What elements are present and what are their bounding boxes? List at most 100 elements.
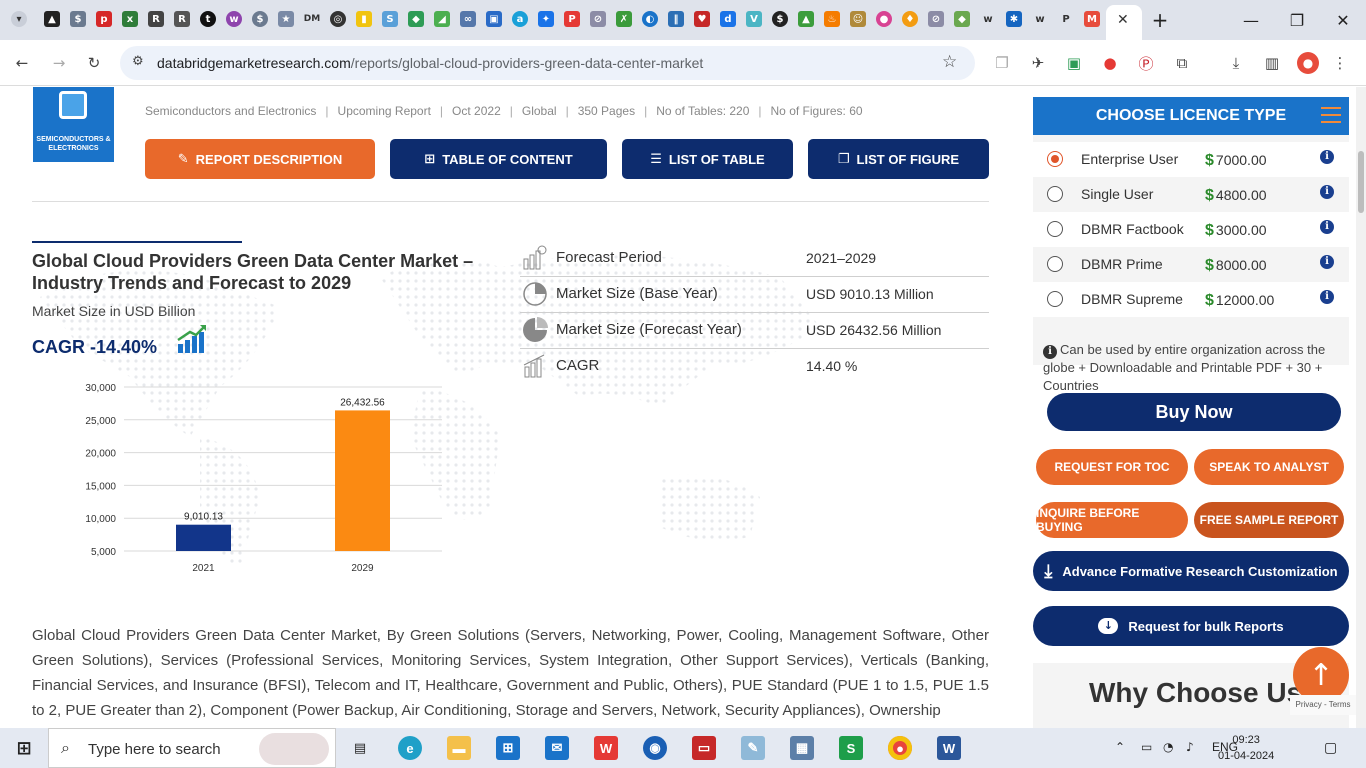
close-window-button[interactable]: ✕ — [1320, 0, 1366, 40]
edge-icon[interactable]: e — [398, 736, 422, 760]
tab-favicon-17[interactable]: ∞ — [460, 11, 476, 27]
downloads-icon[interactable]: ⤓ — [1225, 52, 1247, 74]
bulk-reports-button[interactable]: ↓ Request for bulk Reports — [1033, 606, 1349, 646]
tab-favicon-33[interactable]: ● — [876, 11, 892, 27]
page-scrollbar[interactable] — [1356, 87, 1366, 728]
tab-favicon-21[interactable]: P — [564, 11, 580, 27]
profile-avatar[interactable]: ● — [1297, 52, 1319, 74]
licence-option-prime[interactable]: DBMR Prime $8000.00 i — [1033, 247, 1349, 282]
taskbar-clock[interactable]: 09:23 01-04-2024 — [1218, 732, 1274, 764]
side-panel-icon[interactable]: ▥ — [1261, 52, 1283, 74]
site-info-icon[interactable]: ⚙ — [132, 54, 144, 69]
image-viewer-icon[interactable]: ▦ — [790, 736, 814, 760]
tab-favicon-24[interactable]: ◐ — [642, 11, 658, 27]
browser-menu-icon[interactable]: ⋮ — [1329, 52, 1351, 74]
minimize-button[interactable]: — — [1228, 0, 1274, 40]
notepad-icon[interactable]: ✎ — [741, 736, 765, 760]
tab-favicon-27[interactable]: d — [720, 11, 736, 27]
scrollbar-thumb[interactable] — [1358, 151, 1364, 213]
info-icon[interactable]: i — [1320, 255, 1334, 269]
reload-icon[interactable]: ↻ — [83, 52, 105, 74]
forward-icon[interactable]: → — [48, 52, 70, 74]
tab-favicon-35[interactable]: ⊘ — [928, 11, 944, 27]
tray-volume-icon[interactable]: ♪ — [1186, 740, 1194, 754]
tab-favicon-5[interactable]: R — [148, 11, 164, 27]
tab-favicon-2[interactable]: $ — [70, 11, 86, 27]
licence-option-factbook[interactable]: DBMR Factbook $3000.00 i — [1033, 212, 1349, 247]
extensions-puzzle-icon[interactable]: ⧉ — [1171, 52, 1193, 74]
app-blue-icon[interactable]: ◉ — [643, 736, 667, 760]
tab-favicon-12[interactable]: ◎ — [330, 11, 346, 27]
new-tab-button[interactable]: + — [1140, 0, 1180, 40]
tab-favicon-32[interactable]: ☺ — [850, 11, 866, 27]
licence-option-single[interactable]: Single User $4800.00 i — [1033, 177, 1349, 212]
tab-favicon-38[interactable]: ✱ — [1006, 11, 1022, 27]
tab-favicon-41[interactable]: M — [1084, 11, 1100, 27]
info-icon[interactable]: i — [1320, 150, 1334, 164]
radio-button[interactable] — [1047, 291, 1063, 307]
hamburger-menu-icon[interactable] — [1321, 107, 1341, 125]
tab-favicon-14[interactable]: S — [382, 11, 398, 27]
notification-icon[interactable]: ▢ — [1324, 740, 1337, 756]
maximize-button[interactable]: ❐ — [1274, 0, 1320, 40]
bookmark-star-icon[interactable]: ☆ — [942, 52, 957, 72]
taskbar-search-box[interactable]: ⌕ Type here to search — [48, 728, 336, 768]
extension-copy-icon[interactable]: ❐ — [991, 52, 1013, 74]
licence-option-supreme[interactable]: DBMR Supreme $12000.00 i — [1033, 282, 1349, 317]
info-icon[interactable]: i — [1320, 290, 1334, 304]
spreadsheet-icon[interactable]: S — [839, 736, 863, 760]
tab-favicon-29[interactable]: $ — [772, 11, 788, 27]
tab-favicon-3[interactable]: p — [96, 11, 112, 27]
list-of-figure-button[interactable]: ❐ LIST OF FIGURE — [808, 139, 989, 179]
chrome-icon[interactable]: ● — [888, 736, 912, 760]
tab-favicon-8[interactable]: w — [226, 11, 242, 27]
request-toc-button[interactable]: REQUEST FOR TOC — [1036, 449, 1188, 485]
wps-icon[interactable]: W — [594, 736, 618, 760]
extension-2-icon[interactable]: ✈ — [1027, 52, 1049, 74]
store-icon[interactable]: ⊞ — [496, 736, 520, 760]
close-tab-icon[interactable]: ✕ — [1117, 12, 1129, 28]
report-description-button[interactable]: ✎ REPORT DESCRIPTION — [145, 139, 375, 179]
tab-favicon-23[interactable]: ✗ — [616, 11, 632, 27]
tab-favicon-22[interactable]: ⊘ — [590, 11, 606, 27]
url-text[interactable]: databridgemarketresearch.com/reports/glo… — [157, 55, 703, 71]
tab-favicon-30[interactable]: ▲ — [798, 11, 814, 27]
licence-option-enterprise[interactable]: Enterprise User $7000.00 i — [1033, 142, 1349, 177]
tray-network-icon[interactable]: ▭ — [1141, 740, 1152, 754]
windows-start-icon[interactable]: ⊞ — [12, 736, 36, 760]
tray-chevron-icon[interactable]: ⌃ — [1115, 740, 1125, 754]
buy-now-button[interactable]: Buy Now — [1047, 393, 1341, 431]
tab-favicon-34[interactable]: ♦ — [902, 11, 918, 27]
speak-analyst-button[interactable]: SPEAK TO ANALYST — [1194, 449, 1344, 485]
tab-favicon-39[interactable]: w — [1032, 11, 1048, 27]
tab-favicon-7[interactable]: t — [200, 11, 216, 27]
tab-favicon-25[interactable]: ‖ — [668, 11, 684, 27]
radio-button[interactable] — [1047, 256, 1063, 272]
list-of-table-button[interactable]: ☰ LIST OF TABLE — [622, 139, 793, 179]
active-tab[interactable]: ✕ — [1106, 5, 1142, 40]
tab-favicon-18[interactable]: ▣ — [486, 11, 502, 27]
tab-favicon-36[interactable]: ◆ — [954, 11, 970, 27]
tab-favicon-28[interactable]: V — [746, 11, 762, 27]
tab-favicon-20[interactable]: ✦ — [538, 11, 554, 27]
free-sample-button[interactable]: FREE SAMPLE REPORT — [1194, 502, 1344, 538]
radio-selected[interactable] — [1047, 151, 1063, 167]
tray-wifi-icon[interactable]: ◔ — [1163, 740, 1173, 754]
task-view-icon[interactable]: ▤ — [348, 736, 372, 760]
tab-favicon-16[interactable]: ◢ — [434, 11, 450, 27]
pdf-icon[interactable]: ▭ — [692, 736, 716, 760]
tab-favicon-9[interactable]: $ — [252, 11, 268, 27]
inquire-button[interactable]: INQUIRE BEFORE BUYING — [1036, 502, 1188, 538]
extension-4-icon[interactable]: ● — [1099, 52, 1121, 74]
tab-search-icon[interactable]: ▾ — [11, 11, 27, 27]
mail-icon[interactable]: ✉ — [545, 736, 569, 760]
radio-button[interactable] — [1047, 186, 1063, 202]
extension-3-icon[interactable]: ▣ — [1063, 52, 1085, 74]
back-icon[interactable]: ← — [11, 52, 33, 74]
tab-favicon-15[interactable]: ◆ — [408, 11, 424, 27]
file-explorer-icon[interactable]: ▬ — [447, 736, 471, 760]
recaptcha-badge[interactable]: Privacy - Terms — [1290, 695, 1356, 715]
word-icon[interactable]: W — [937, 736, 961, 760]
tab-favicon-19[interactable]: a — [512, 11, 528, 27]
tab-favicon-37[interactable]: w — [980, 11, 996, 27]
